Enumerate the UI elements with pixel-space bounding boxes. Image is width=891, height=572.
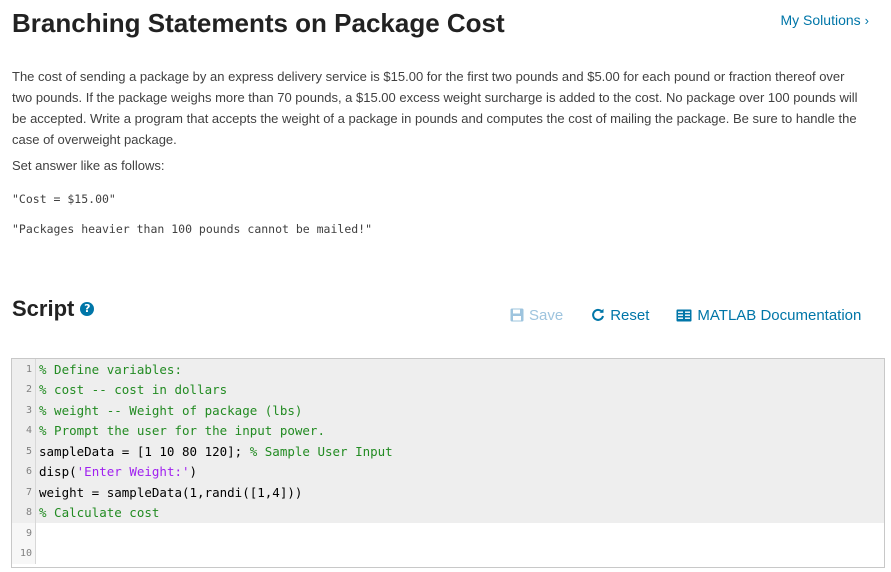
code-line[interactable]: 10 <box>12 543 884 564</box>
reset-button[interactable]: Reset <box>591 307 649 324</box>
line-number: 9 <box>12 523 36 544</box>
code-token: disp( <box>39 464 77 480</box>
code-line[interactable]: 9 <box>12 523 884 544</box>
save-button[interactable]: Save <box>510 307 563 324</box>
line-number: 5 <box>12 441 36 462</box>
code-comment: % weight -- Weight of package (lbs) <box>39 402 303 418</box>
code-line[interactable]: 8% Calculate cost <box>12 502 884 523</box>
code-line[interactable]: 5 sampleData = [1 10 80 120]; % Sample Us… <box>12 441 884 462</box>
code-line[interactable]: 3% weight -- Weight of package (lbs) <box>12 400 884 421</box>
code-comment: % cost -- cost in dollars <box>39 382 228 398</box>
line-number: 2 <box>12 379 36 400</box>
code-text: % weight -- Weight of package (lbs) <box>36 403 302 418</box>
code-text: disp('Enter Weight:') <box>36 464 197 479</box>
code-text: % Calculate cost <box>36 505 159 520</box>
code-text: % cost -- cost in dollars <box>36 382 227 397</box>
page-title: Branching Statements on Package Cost <box>12 8 505 38</box>
example-output-cost: "Cost = $15.00" <box>12 192 116 206</box>
code-line[interactable]: 1% Define variables: <box>12 359 884 380</box>
line-number: 4 <box>12 420 36 441</box>
reset-icon <box>592 308 605 321</box>
code-token: weight = sampleData(1,randi([1,4])) <box>39 484 303 500</box>
code-comment: % Prompt the user for the input power. <box>39 423 325 439</box>
script-toolbar: Save Reset MATLAB Documentation <box>510 304 861 326</box>
code-text: % Prompt the user for the input power. <box>36 423 325 438</box>
code-text: weight = sampleData(1,randi([1,4])) <box>36 485 302 500</box>
code-text: sampleData = [1 10 80 120]; % Sample Use… <box>36 444 393 459</box>
code-string: 'Enter Weight:' <box>76 464 190 480</box>
matlab-documentation-button[interactable]: MATLAB Documentation <box>676 307 861 324</box>
code-comment: % Calculate cost <box>39 505 160 521</box>
code-editor[interactable]: 1% Define variables: 2% cost -- cost in d… <box>11 358 885 568</box>
code-token: ) <box>189 464 198 480</box>
line-number: 1 <box>12 359 36 380</box>
reset-label: Reset <box>610 306 650 324</box>
my-solutions-link[interactable]: My Solutions › <box>781 12 870 28</box>
set-answer-text: Set answer like as follows: <box>12 158 165 173</box>
chevron-right-icon: › <box>864 13 869 28</box>
line-number: 3 <box>12 400 36 421</box>
my-solutions-label: My Solutions <box>780 12 861 28</box>
code-token: sampleData = [1 10 80 120]; <box>39 443 250 459</box>
script-heading-label: Script <box>12 296 75 321</box>
save-icon <box>510 308 524 322</box>
line-number: 10 <box>12 543 36 564</box>
code-line[interactable]: 6 disp('Enter Weight:') <box>12 461 884 482</box>
documentation-label: MATLAB Documentation <box>697 306 862 324</box>
code-line[interactable]: 4% Prompt the user for the input power. <box>12 420 884 441</box>
save-label: Save <box>529 306 564 324</box>
help-icon[interactable]: ? <box>80 302 95 316</box>
problem-description: The cost of sending a package by an expr… <box>12 69 858 147</box>
script-heading: Script ? <box>12 296 95 322</box>
example-output-overweight: "Packages heavier than 100 pounds cannot… <box>12 222 373 236</box>
code-line[interactable]: 7 weight = sampleData(1,randi([1,4])) <box>12 482 884 503</box>
code-comment: % Sample User Input <box>249 443 393 459</box>
code-text: % Define variables: <box>36 362 182 377</box>
code-comment: % Define variables: <box>39 361 182 377</box>
book-icon <box>676 309 692 321</box>
line-number: 6 <box>12 461 36 482</box>
code-line[interactable]: 2% cost -- cost in dollars <box>12 379 884 400</box>
line-number: 7 <box>12 482 36 503</box>
line-number: 8 <box>12 502 36 523</box>
